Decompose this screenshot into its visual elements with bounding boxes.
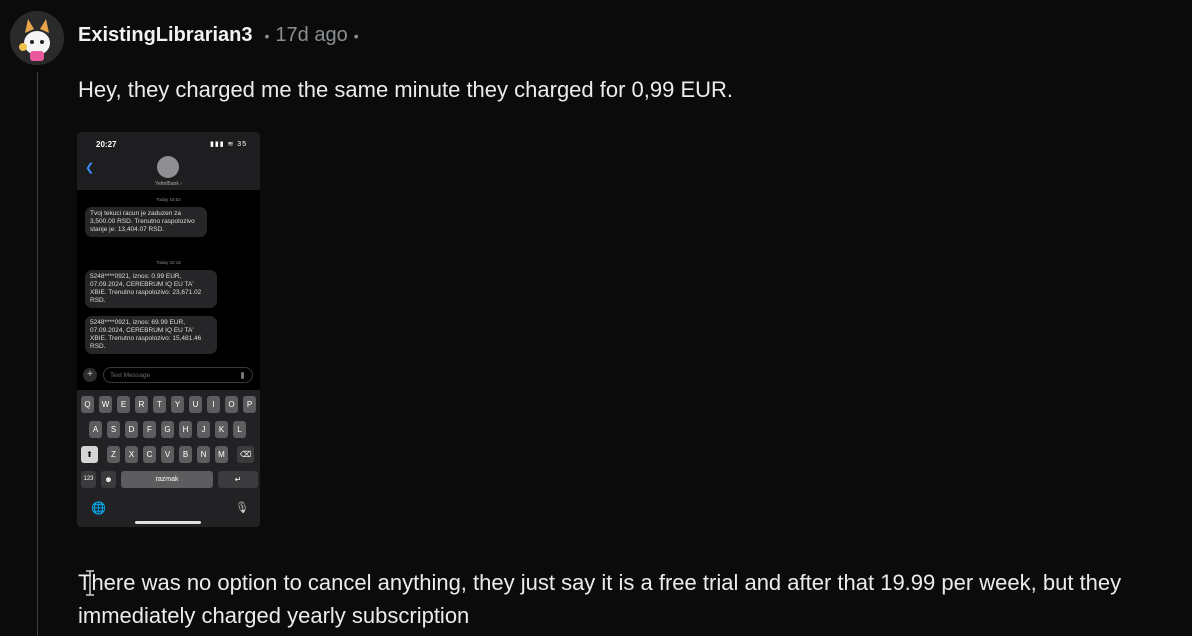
key: G [161, 421, 174, 438]
numbers-key: 123 [81, 471, 96, 488]
emoji-key: ☻ [101, 471, 116, 488]
day-label: Today 16:52 [156, 197, 181, 202]
separator-dot: • [353, 27, 359, 44]
key-row-1: Q W E R T Y U I O P [81, 396, 260, 413]
key: Y [171, 396, 184, 413]
status-icons: ▮▮▮ ≋ 35 [210, 141, 248, 148]
status-clock: 20:27 [96, 140, 117, 149]
key: W [99, 396, 112, 413]
key: F [143, 421, 156, 438]
key: E [117, 396, 130, 413]
keyboard: Q W E R T Y U I O P A S D F G H J K L ⬆ … [77, 390, 260, 527]
thread-line[interactable] [37, 72, 38, 636]
avatar-icon [10, 11, 64, 65]
key-row-3: ⬆ Z X C V B N M ⌫ [81, 446, 259, 463]
delete-key: ⌫ [237, 446, 254, 463]
username-link[interactable]: ExistingLibrarian3 [78, 24, 253, 47]
plus-icon: + [83, 368, 97, 382]
key: C [143, 446, 156, 463]
key: O [225, 396, 238, 413]
key: D [125, 421, 138, 438]
key: T [153, 396, 166, 413]
return-key: ↵ [218, 471, 258, 488]
key-row-2: A S D F G H J K L [89, 421, 251, 438]
user-avatar[interactable] [10, 11, 64, 65]
text-cursor-icon [86, 570, 94, 596]
key: V [161, 446, 174, 463]
timestamp[interactable]: 17d ago [275, 24, 347, 47]
comment-meta: ExistingLibrarian3 • 17d ago • [78, 24, 359, 47]
key: N [197, 446, 210, 463]
microphone-icon: 🎙 [235, 502, 249, 514]
key: J [197, 421, 210, 438]
mic-small-icon [241, 372, 244, 379]
key: M [215, 446, 228, 463]
messages-header: 20:27 ▮▮▮ ≋ 35 ❮ YettelBank › [77, 132, 260, 190]
key: X [125, 446, 138, 463]
key: L [233, 421, 246, 438]
comment-text-line: Hey, they charged me the same minute the… [78, 77, 734, 102]
home-indicator [135, 521, 201, 524]
message-bubble: 5248****0921, iznos: 0.99 EUR, 07.09.202… [85, 270, 217, 308]
key: U [189, 396, 202, 413]
day-label: Today 20:18 [156, 260, 181, 265]
shift-key: ⬆ [81, 446, 98, 463]
separator-dot: • [264, 27, 270, 44]
key: K [215, 421, 228, 438]
message-field: Text Message [103, 367, 253, 383]
key: H [179, 421, 192, 438]
key: R [135, 396, 148, 413]
key: P [243, 396, 256, 413]
globe-icon: 🌐 [91, 501, 106, 515]
composer: + Text Message [83, 367, 254, 385]
back-icon: ❮ [85, 162, 95, 174]
key: I [207, 396, 220, 413]
key: B [179, 446, 192, 463]
contact-name: YettelBank › [155, 181, 182, 187]
key-row-4: 123 ☻ razmak ↵ [81, 471, 260, 488]
attached-screenshot[interactable]: 20:27 ▮▮▮ ≋ 35 ❮ YettelBank › Today 16:5… [77, 132, 260, 527]
message-bubble: 5248****0921, iznos: 69.99 EUR, 07.09.20… [85, 316, 217, 354]
key: S [107, 421, 120, 438]
message-placeholder: Text Message [110, 372, 151, 379]
comment-text-paragraph: There was no option to cancel anything, … [78, 570, 1122, 628]
key: Z [107, 446, 120, 463]
key: Q [81, 396, 94, 413]
message-bubble: Tvoj tekuci racun je zaduzen za 3,500.00… [85, 207, 207, 237]
space-key: razmak [121, 471, 213, 488]
contact-avatar [157, 156, 179, 178]
key: A [89, 421, 102, 438]
